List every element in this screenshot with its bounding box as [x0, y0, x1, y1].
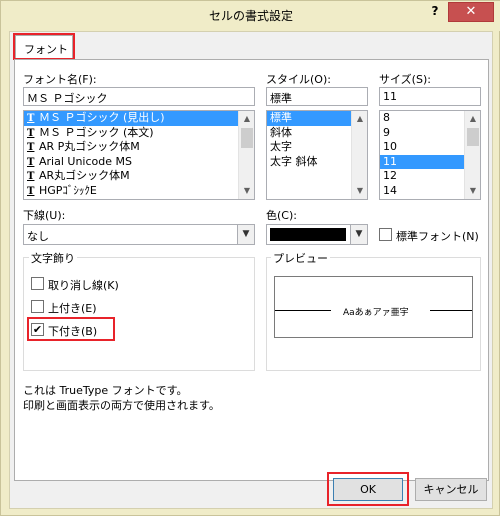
style-list-item[interactable]: 標準 — [267, 111, 351, 126]
close-icon: ✕ — [465, 4, 477, 19]
scroll-up-icon[interactable]: ▲ — [352, 111, 367, 127]
font-name-input[interactable]: ＭＳ Ｐゴシック — [23, 87, 255, 106]
color-select[interactable]: ▼ — [266, 224, 368, 245]
chevron-down-icon[interactable]: ▼ — [237, 225, 254, 244]
font-list-item[interactable]: T ＭＳ Ｐゴシック (見出し) — [24, 111, 254, 126]
strikethrough-checkbox[interactable] — [31, 277, 44, 290]
preview-title: プレビュー — [271, 250, 330, 266]
font-list[interactable]: T ＭＳ Ｐゴシック (見出し) T ＭＳ Ｐゴシック (本文) T AR P丸ゴシッ… — [23, 110, 255, 200]
cancel-button[interactable]: キャンセル — [415, 478, 487, 501]
truetype-icon: T — [27, 185, 35, 197]
info-line-1: これは TrueType フォントです。 — [23, 384, 188, 397]
font-list-item[interactable]: T Arial Unicode MS — [24, 155, 254, 170]
normal-font-checkbox[interactable] — [379, 228, 392, 241]
help-button[interactable]: ? — [428, 4, 442, 18]
style-label: スタイル(O): — [266, 73, 331, 86]
size-list-item[interactable]: 11 — [380, 154, 464, 169]
effects-title: 文字飾り — [29, 250, 77, 266]
size-list[interactable]: 8 9 10 11 12 14 ▲ ▼ — [379, 110, 481, 200]
scroll-down-icon[interactable]: ▼ — [465, 183, 480, 199]
close-button[interactable]: ✕ — [448, 2, 494, 22]
preview-sample: Aaあぁアァ亜宇 — [343, 308, 409, 318]
dialog-title: セルの書式設定 — [208, 9, 293, 23]
title-bar: セルの書式設定 ? ✕ — [1, 1, 500, 31]
strikethrough-label: 取り消し線(K) — [48, 279, 119, 292]
superscript-label: 上付き(E) — [48, 302, 97, 315]
dialog-client: フォント フォント名(F): ＭＳ Ｐゴシック T ＭＳ Ｐゴシック (見出し) … — [9, 31, 493, 509]
size-input[interactable]: 11 — [379, 87, 481, 106]
truetype-icon: T — [27, 156, 35, 168]
color-label: 色(C): — [266, 209, 297, 222]
underline-value: なし — [27, 230, 49, 243]
style-list-scrollbar[interactable]: ▲ ▼ — [351, 111, 367, 199]
truetype-icon: T — [27, 171, 35, 182]
font-list-item[interactable]: T ＭＳ Ｐゴシック (本文) — [24, 126, 254, 141]
info-line-2: 印刷と画面表示の両方で使用されます。 — [23, 399, 220, 412]
size-label: サイズ(S): — [379, 73, 431, 86]
color-swatch — [270, 228, 346, 241]
scroll-thumb[interactable] — [467, 128, 479, 146]
preview-baseline-right — [430, 310, 472, 311]
scroll-down-icon[interactable]: ▼ — [352, 183, 367, 199]
ok-button[interactable]: OK — [333, 478, 403, 501]
normal-font-label: 標準フォント(N) — [396, 230, 479, 243]
font-items: T ＭＳ Ｐゴシック (見出し) T ＭＳ Ｐゴシック (本文) T AR P丸ゴシッ… — [24, 111, 254, 198]
font-list-item[interactable]: T AR P丸ゴシック体M — [24, 140, 254, 155]
chevron-down-icon[interactable]: ▼ — [350, 225, 367, 244]
font-list-scrollbar[interactable]: ▲ ▼ — [238, 111, 254, 199]
scroll-up-icon[interactable]: ▲ — [465, 111, 480, 127]
font-name-label: フォント名(F): — [23, 73, 97, 86]
underline-label: 下線(U): — [23, 209, 66, 222]
truetype-icon: T — [27, 113, 35, 124]
scroll-up-icon[interactable]: ▲ — [239, 111, 254, 127]
scroll-thumb[interactable] — [241, 128, 253, 148]
preview-box: Aaあぁアァ亜宇 — [274, 276, 473, 338]
dialog-window: セルの書式設定 ? ✕ フォント フォント名(F): ＭＳ Ｐゴシック T ＭＳ … — [0, 0, 500, 516]
font-panel: フォント名(F): ＭＳ Ｐゴシック T ＭＳ Ｐゴシック (見出し) T ＭＳ Ｐ… — [14, 59, 489, 481]
scroll-down-icon[interactable]: ▼ — [239, 183, 254, 199]
subscript-highlight — [27, 317, 115, 341]
tab-highlight — [13, 33, 75, 60]
font-list-item[interactable]: T HGPｺﾞｼｯｸE — [24, 184, 254, 199]
superscript-checkbox[interactable] — [31, 300, 44, 313]
size-list-scrollbar[interactable]: ▲ ▼ — [464, 111, 480, 199]
truetype-icon: T — [27, 142, 35, 153]
preview-baseline-left — [275, 310, 331, 311]
style-input[interactable]: 標準 — [266, 87, 368, 106]
font-list-item[interactable]: T AR丸ゴシック体M — [24, 169, 254, 184]
underline-select[interactable]: なし ▼ — [23, 224, 255, 245]
truetype-icon: T — [27, 127, 35, 139]
style-list[interactable]: 標準 斜体 太字 太字 斜体 ▲ ▼ — [266, 110, 368, 200]
